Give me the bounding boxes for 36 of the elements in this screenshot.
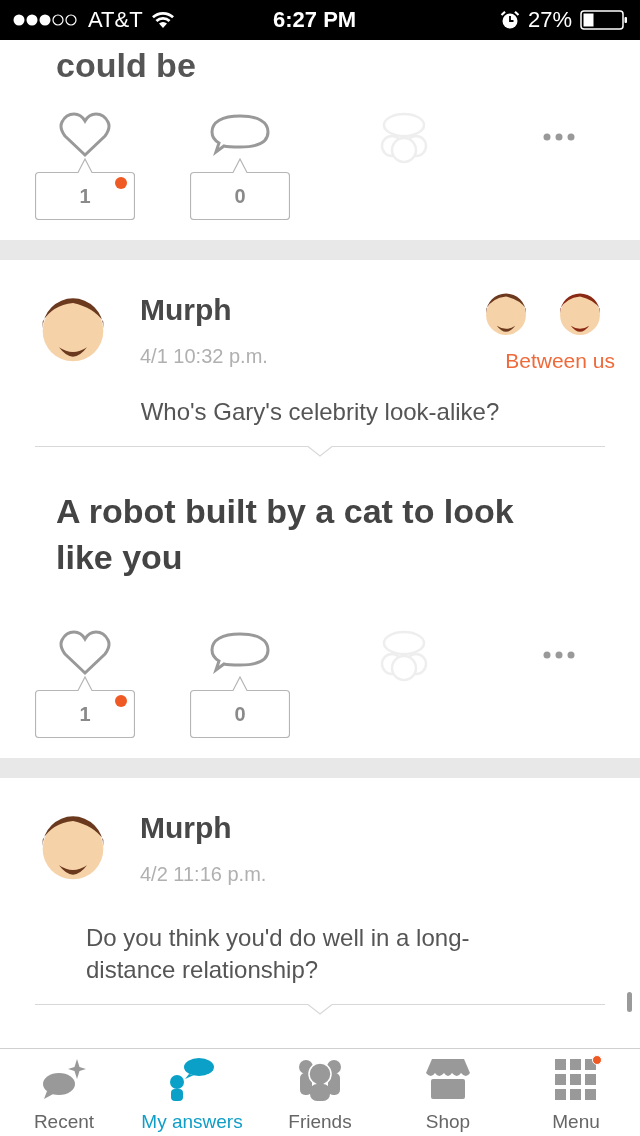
comment-count: 0 <box>233 184 247 209</box>
wifi-icon <box>150 11 175 29</box>
answer-text: could be <box>55 45 197 86</box>
signal-icon <box>12 13 80 27</box>
answer-text: A robot built by a cat to look like you <box>55 491 515 578</box>
battery-percent: 27% <box>527 9 572 31</box>
tab-button[interactable]: Shop <box>384 1049 512 1136</box>
question-text: Who's Gary's celebrity look-alike? <box>139 397 501 427</box>
carrier-name: AT&T <box>88 9 143 31</box>
scroll-indicator <box>627 992 632 1012</box>
heart-icon[interactable] <box>59 630 111 678</box>
tab-button[interactable]: My answers <box>128 1049 256 1136</box>
author-name[interactable]: Murph <box>140 810 267 846</box>
heart-icon[interactable] <box>59 112 111 160</box>
post-time: 4/2 11:16 p.m. <box>140 862 267 886</box>
tab-button[interactable]: Menu <box>512 1049 640 1136</box>
storefront-icon <box>425 1057 471 1101</box>
question-text: Do you think you'd do well in a long-distance relationship? <box>85 923 471 985</box>
like-count: 1 <box>78 184 92 209</box>
audience-label: Between us <box>505 348 615 374</box>
alarm-icon <box>499 10 520 30</box>
post-time: 4/1 10:32 p.m. <box>140 344 268 368</box>
like-count: 1 <box>78 702 92 727</box>
tab-button[interactable]: Friends <box>256 1049 384 1136</box>
more-icon[interactable] <box>543 133 575 141</box>
author-name[interactable]: Murph <box>140 292 268 328</box>
clock-time: 6:27 PM <box>273 9 357 31</box>
tab-button[interactable]: Recent <box>0 1049 128 1136</box>
person-speech-icon <box>169 1057 215 1101</box>
more-icon[interactable] <box>543 651 575 659</box>
comment-count: 0 <box>233 702 247 727</box>
battery-icon <box>580 10 628 30</box>
avatar-icon <box>557 292 603 338</box>
avatar-icon <box>483 292 529 338</box>
people-icon <box>297 1057 343 1101</box>
grid-icon <box>553 1057 599 1101</box>
